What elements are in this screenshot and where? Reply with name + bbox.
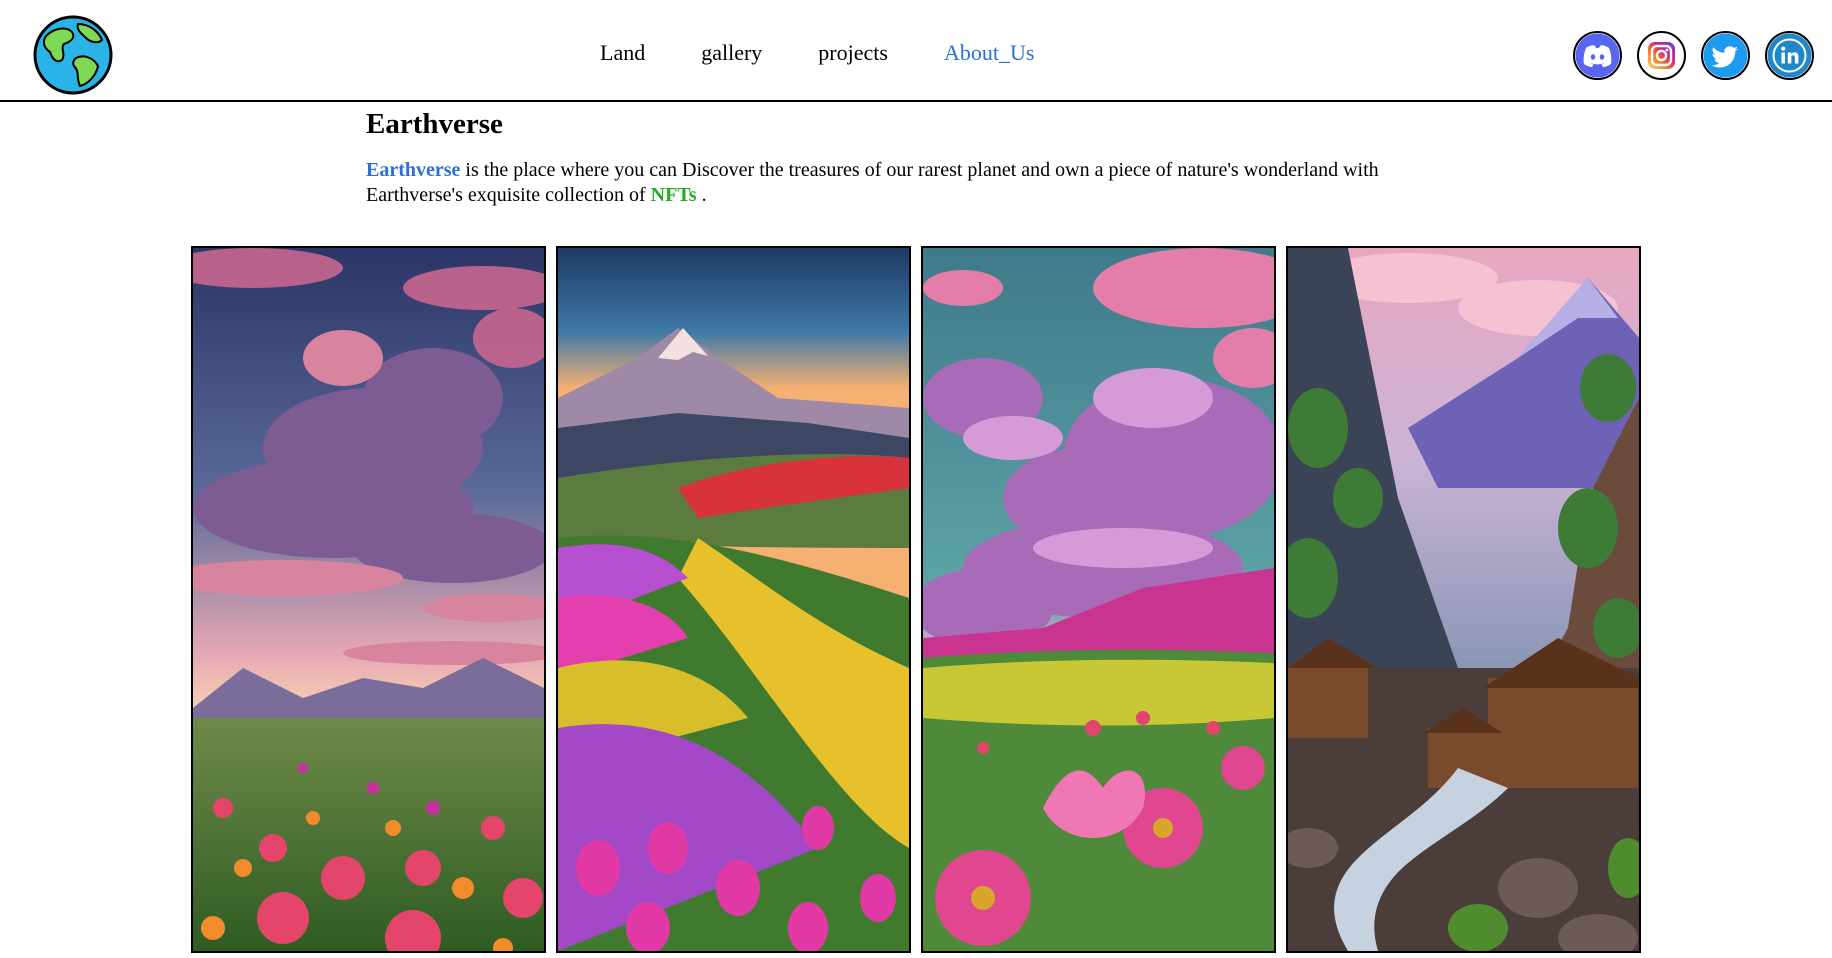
earth-globe-icon[interactable]: [32, 14, 114, 96]
brand-highlight: Earthverse: [366, 159, 461, 181]
gallery-card-mountain-village-river[interactable]: [1286, 246, 1641, 953]
about-description: Earthverse is the place where you can Di…: [366, 158, 1466, 208]
nft-highlight: NFTs: [650, 184, 697, 206]
nft-gallery: [191, 246, 1641, 953]
description-end: .: [696, 184, 707, 206]
discord-icon[interactable]: [1573, 31, 1622, 80]
nav-link-land[interactable]: Land: [600, 40, 645, 66]
about-section: Earthverse Earthverse is the place where…: [366, 104, 1466, 208]
nav-link-about-us[interactable]: About_Us: [944, 40, 1034, 66]
instagram-icon[interactable]: [1637, 31, 1686, 80]
navbar: Land gallery projects About_Us: [0, 0, 1832, 102]
nav-link-projects[interactable]: projects: [818, 40, 888, 66]
twitter-icon[interactable]: [1701, 31, 1750, 80]
gallery-card-mountain-tulip-field[interactable]: [556, 246, 911, 953]
main-nav: Land gallery projects About_Us: [600, 40, 1090, 66]
page-title: Earthverse: [366, 108, 503, 140]
nav-link-gallery[interactable]: gallery: [701, 40, 762, 66]
gallery-card-purple-clouds-daisy-field[interactable]: [921, 246, 1276, 953]
description-text: is the place where you can Discover the …: [366, 159, 1379, 206]
gallery-card-pink-clouds-flower-field[interactable]: [191, 246, 546, 953]
social-links: [1573, 31, 1814, 80]
linkedin-icon[interactable]: [1765, 31, 1814, 80]
